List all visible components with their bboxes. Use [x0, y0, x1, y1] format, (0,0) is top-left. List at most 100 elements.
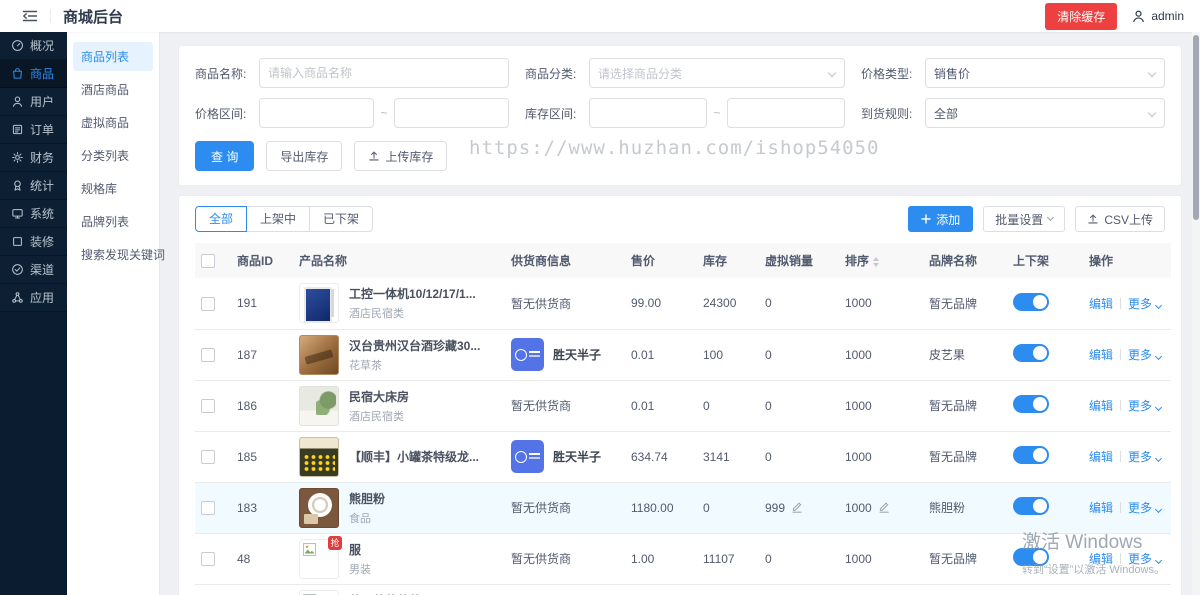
product-category: 花草茶	[349, 359, 382, 372]
submenu-item-spec-library[interactable]: 规格库	[73, 174, 153, 203]
product-id: 185	[237, 449, 258, 464]
table-row: 183 熊胆粉 食品 暂无供货商 1180.00 0 999 1000 熊胆粉 …	[195, 482, 1171, 534]
product-name[interactable]: 服	[349, 541, 371, 558]
price-max-input[interactable]	[393, 98, 509, 128]
secondary-sidebar: 商品列表 酒店商品 虚拟商品 分类列表 规格库 品牌列表 搜索发现关键词	[67, 32, 165, 595]
status-toggle[interactable]	[1013, 395, 1049, 413]
sidebar-fold-icon[interactable]	[22, 9, 38, 23]
sidebar-item-system[interactable]: 系统	[0, 200, 67, 228]
sidebar-item-users[interactable]: 用户	[0, 88, 67, 116]
sidebar-item-channel[interactable]: 渠道	[0, 256, 67, 284]
user-menu[interactable]: admin	[1131, 9, 1184, 24]
sidebar-item-stats[interactable]: 统计	[0, 172, 67, 200]
status-toggle[interactable]	[1013, 497, 1049, 515]
edit-link[interactable]: 编辑	[1089, 399, 1113, 413]
sidebar-item-finance[interactable]: 财务	[0, 144, 67, 172]
edit-link[interactable]: 编辑	[1089, 450, 1113, 464]
price-min-input[interactable]	[259, 98, 375, 128]
product-name[interactable]: 【顺丰】小罐茶特级龙...	[349, 448, 479, 465]
table-row: 187 汉台贵州汉台酒珍藏30... 花草茶 胜天半子 0.01 100 0 1…	[195, 329, 1171, 381]
product-name[interactable]: 熊胆粉	[349, 490, 385, 507]
product-name-input[interactable]	[259, 58, 509, 88]
edit-link[interactable]: 编辑	[1089, 501, 1113, 515]
row-checkbox[interactable]	[201, 398, 215, 413]
main-content: 商品名称: 商品分类: 请选择商品分类 价格类型: 销售价	[160, 32, 1200, 595]
product-category: 食品	[349, 512, 371, 525]
product-bag-icon	[13, 68, 22, 79]
sidebar-item-apps[interactable]: 应用	[0, 284, 67, 312]
submenu-item-category-list[interactable]: 分类列表	[73, 141, 153, 170]
product-image	[299, 283, 339, 324]
divider	[1120, 349, 1122, 360]
edit-link[interactable]: 编辑	[1089, 348, 1113, 362]
search-button[interactable]: 查 询	[195, 141, 255, 171]
status-toggle[interactable]	[1013, 446, 1049, 464]
sort-icon[interactable]	[873, 256, 880, 267]
submenu-item-virtual-products[interactable]: 虚拟商品	[73, 108, 153, 137]
product-name[interactable]: 汉台贵州汉台酒珍藏30...	[349, 337, 480, 354]
product-name[interactable]: 民宿大床房	[349, 388, 409, 405]
status-toggle[interactable]	[1013, 344, 1049, 362]
submenu-item-search-keywords[interactable]: 搜索发现关键词	[73, 240, 165, 269]
status-toggle[interactable]	[1013, 292, 1049, 311]
row-checkbox[interactable]	[201, 296, 215, 311]
chevron-down-icon	[1047, 213, 1055, 222]
select-all-checkbox[interactable]	[201, 253, 215, 268]
scrollbar-thumb[interactable]	[1193, 35, 1199, 220]
channel-check-icon	[12, 264, 23, 275]
submenu-item-hotel-products[interactable]: 酒店商品	[73, 75, 153, 104]
tab-on-shelf[interactable]: 上架中	[246, 206, 311, 232]
sidebar-item-decorate[interactable]: 装修	[0, 228, 67, 256]
stock-value: 0	[703, 500, 710, 515]
tab-all[interactable]: 全部	[195, 206, 248, 232]
stock-min-input[interactable]	[589, 98, 708, 128]
add-button[interactable]: 添加	[908, 206, 974, 232]
export-stock-button[interactable]: 导出库存	[266, 141, 343, 171]
batch-settings-button[interactable]: 批量设置	[983, 206, 1066, 232]
edit-link[interactable]: 编辑	[1089, 297, 1113, 311]
more-link[interactable]: 更多	[1128, 399, 1163, 413]
row-checkbox[interactable]	[201, 551, 215, 566]
more-link[interactable]: 更多	[1128, 450, 1163, 464]
more-link[interactable]: 更多	[1128, 348, 1163, 362]
submenu-item-product-list[interactable]: 商品列表	[73, 42, 153, 71]
sidebar-item-orders[interactable]: 订单	[0, 116, 67, 144]
plus-icon	[921, 214, 931, 224]
chevron-down-icon	[1147, 68, 1157, 78]
more-link[interactable]: 更多	[1128, 501, 1163, 515]
submenu-item-brand-list[interactable]: 品牌列表	[73, 207, 153, 236]
divider	[1120, 297, 1122, 309]
price-type-select[interactable]: 销售价	[925, 58, 1165, 88]
product-name[interactable]: 蒲公英花草茶	[349, 592, 421, 595]
price-range-label: 价格区间:	[195, 106, 247, 121]
more-link[interactable]: 更多	[1128, 552, 1163, 566]
arrival-rule-select[interactable]: 全部	[925, 98, 1165, 128]
row-checkbox[interactable]	[201, 500, 215, 515]
col-header-sort: 排序	[839, 243, 923, 278]
status-toggle[interactable]	[1013, 548, 1049, 566]
price-value: 99.00	[631, 296, 662, 311]
upload-stock-button[interactable]: 上传库存	[354, 141, 448, 171]
sidebar-item-products[interactable]: 商品	[0, 60, 67, 88]
divider	[1120, 400, 1122, 411]
user-avatar-icon	[1133, 10, 1145, 22]
more-link[interactable]: 更多	[1128, 297, 1163, 311]
row-checkbox[interactable]	[201, 347, 215, 362]
edit-pencil-icon[interactable]	[791, 501, 803, 513]
product-name[interactable]: 工控一体机10/12/17/1...	[349, 285, 476, 302]
tab-off-shelf[interactable]: 已下架	[309, 206, 374, 232]
clear-cache-button[interactable]: 清除缓存	[1045, 2, 1118, 30]
col-header-supplier: 供货商信息	[505, 243, 625, 278]
table-row: 191 工控一体机10/12/17/1... 酒店民宿类 暂无供货商 99.00…	[195, 278, 1171, 330]
category-select[interactable]: 请选择商品分类	[589, 58, 845, 88]
price-value: 0.01	[631, 347, 655, 362]
row-checkbox[interactable]	[201, 449, 215, 464]
broken-image-icon	[303, 542, 316, 556]
csv-upload-button[interactable]: CSV上传	[1075, 206, 1165, 232]
virtual-sales-value: 0	[765, 347, 772, 362]
stock-max-input[interactable]	[726, 98, 845, 128]
sidebar-item-overview[interactable]: 概况	[0, 32, 67, 60]
scrollbar[interactable]	[1192, 32, 1200, 595]
edit-pencil-icon[interactable]	[878, 501, 890, 513]
edit-link[interactable]: 编辑	[1089, 552, 1113, 566]
